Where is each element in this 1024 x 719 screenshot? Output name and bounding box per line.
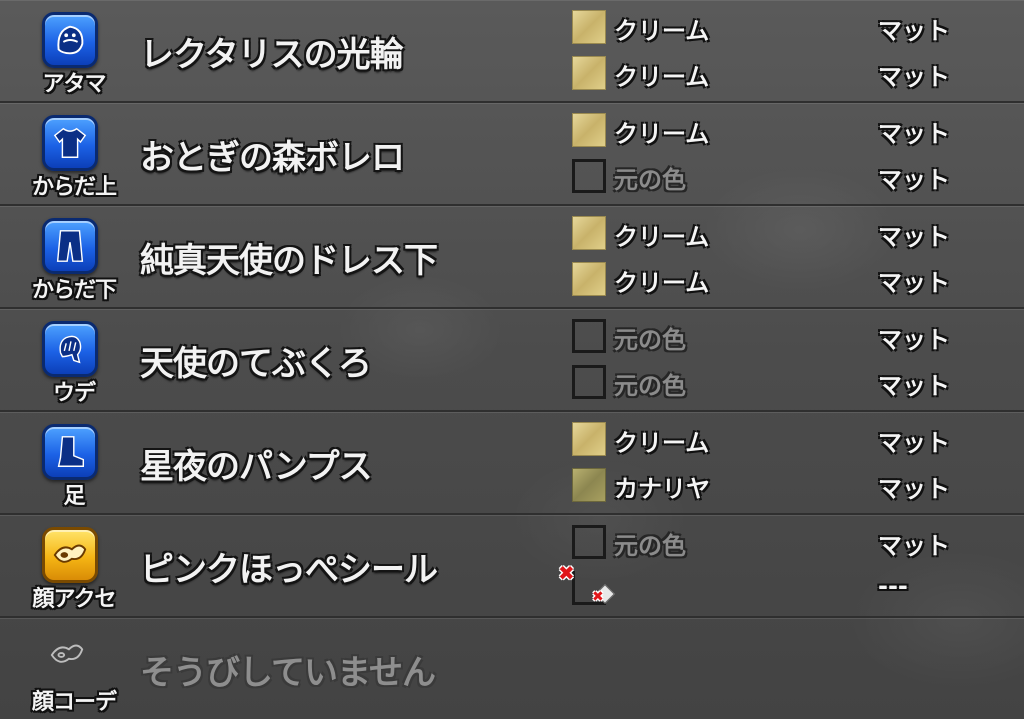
slot-label: 足 [63, 484, 85, 509]
equipment-row-face-accessory[interactable]: 顔アクセ ピンクほっぺシール 元の色 マット ✖ ✖ --- [0, 515, 1024, 618]
finish-label: マット [878, 475, 950, 503]
color-swatch [572, 10, 606, 44]
slot-arms: ウデ [22, 317, 126, 409]
face-coordinate-icon [42, 630, 98, 686]
finish-label: マット [878, 223, 950, 251]
dye-part-2[interactable]: カナリヤ マット [570, 466, 990, 506]
color-swatch [572, 468, 606, 502]
glove-icon [42, 321, 98, 377]
dye-part-1[interactable]: 元の色 マット [570, 523, 990, 563]
color-name: クリーム [614, 17, 710, 45]
slot-body-top: からだ上 [22, 111, 126, 203]
item-name-empty: そうびしていません [140, 653, 436, 693]
color-name: カナリヤ [614, 475, 710, 503]
color-name: クリーム [614, 63, 710, 91]
color-swatch [572, 56, 606, 90]
slot-head: アタマ [22, 8, 126, 100]
finish-label: マット [878, 372, 950, 400]
slot-label: アタマ [42, 72, 106, 97]
finish-label: マット [878, 17, 950, 45]
finish-label: マット [878, 326, 950, 354]
equipment-row-feet[interactable]: 足 星夜のパンプス クリーム マット カナリヤ マット [0, 412, 1024, 515]
color-name: 元の色 [614, 532, 686, 560]
color-name: 元の色 [614, 326, 686, 354]
equipment-row-face-coordinate[interactable]: 顔コーデ そうびしていません [0, 618, 1024, 719]
color-swatch [572, 422, 606, 456]
dye-part-1[interactable]: クリーム マット [570, 214, 990, 254]
equipment-row-body-bottom[interactable]: からだ下 純真天使のドレス下 クリーム マット クリーム マット [0, 206, 1024, 309]
face-accessory-icon [42, 527, 98, 583]
color-swatch [572, 216, 606, 250]
dye-part-2[interactable]: クリーム マット [570, 260, 990, 300]
finish-label: マット [878, 532, 950, 560]
slot-face-accessory: 顔アクセ [22, 523, 126, 615]
boot-icon [42, 424, 98, 480]
dye-part-2-unavailable: ✖ ✖ --- [558, 561, 990, 609]
finish-label: --- [878, 572, 908, 600]
color-name: クリーム [614, 269, 710, 297]
slot-label: からだ上 [31, 175, 117, 200]
color-name: クリーム [614, 120, 710, 148]
color-swatch-empty [572, 365, 606, 399]
finish-label: マット [878, 166, 950, 194]
color-swatch-empty [572, 525, 606, 559]
dye-part-2[interactable]: 元の色 マット [570, 157, 990, 197]
cross-icon: ✖ [592, 589, 604, 605]
equipment-row-arms[interactable]: ウデ 天使のてぶくろ 元の色 マット 元の色 マット [0, 309, 1024, 412]
helmet-icon [42, 12, 98, 68]
dye-part-1[interactable]: クリーム マット [570, 8, 990, 48]
color-name: クリーム [614, 429, 710, 457]
item-name: 純真天使のドレス下 [140, 241, 438, 281]
color-name: 元の色 [614, 166, 686, 194]
dye-equipment-screen: アタマ レクタリスの光輪 クリーム マット クリーム マット からだ上 おとぎの… [0, 0, 1024, 719]
color-swatch [572, 262, 606, 296]
slot-label: 顔アクセ [32, 587, 117, 612]
finish-label: マット [878, 429, 950, 457]
slot-feet: 足 [22, 420, 126, 512]
dye-part-2[interactable]: クリーム マット [570, 54, 990, 94]
dye-part-2[interactable]: 元の色 マット [570, 363, 990, 403]
color-swatch-empty [572, 159, 606, 193]
color-swatch [572, 113, 606, 147]
color-name: 元の色 [614, 372, 686, 400]
equipment-row-head[interactable]: アタマ レクタリスの光輪 クリーム マット クリーム マット [0, 0, 1024, 103]
cross-icon: ✖ [558, 561, 575, 585]
dye-part-1[interactable]: 元の色 マット [570, 317, 990, 357]
item-name: おとぎの森ボレロ [140, 138, 405, 178]
finish-label: マット [878, 120, 950, 148]
shirt-icon [42, 115, 98, 171]
finish-label: マット [878, 269, 950, 297]
item-name: レクタリスの光輪 [140, 35, 404, 75]
item-name: 星夜のパンプス [140, 447, 373, 487]
slot-face-coordinate: 顔コーデ [22, 626, 126, 718]
dye-part-1[interactable]: クリーム マット [570, 111, 990, 151]
slot-label: 顔コーデ [31, 690, 117, 715]
equipment-row-body-top[interactable]: からだ上 おとぎの森ボレロ クリーム マット 元の色 マット [0, 103, 1024, 206]
color-swatch-empty [572, 319, 606, 353]
color-name: クリーム [614, 223, 710, 251]
item-name: ピンクほっぺシール [140, 550, 438, 590]
slot-label: ウデ [52, 381, 96, 406]
finish-label: マット [878, 63, 950, 91]
slot-body-bottom: からだ下 [22, 214, 126, 306]
slot-label: からだ下 [31, 278, 117, 303]
item-name: 天使のてぶくろ [140, 344, 372, 384]
dye-part-1[interactable]: クリーム マット [570, 420, 990, 460]
pants-icon [42, 218, 98, 274]
